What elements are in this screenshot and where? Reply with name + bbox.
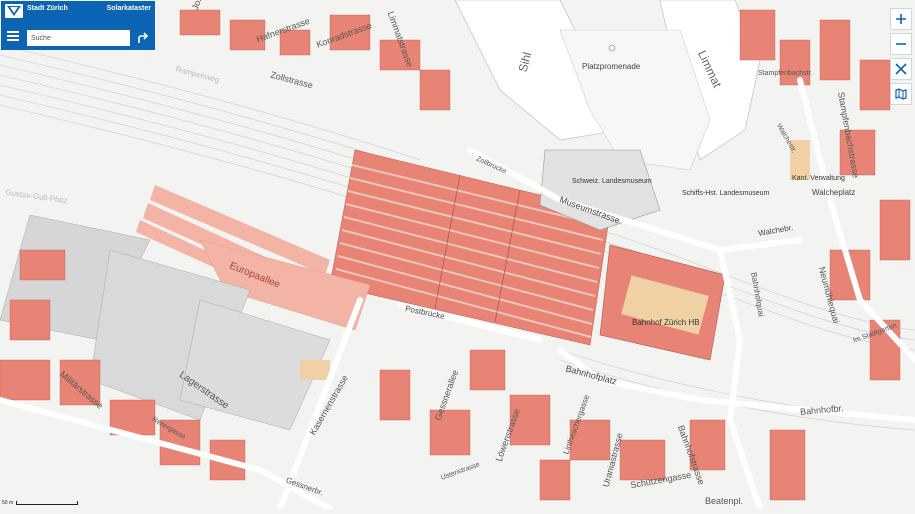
street-label: Stampfenbachstr. [758, 70, 813, 77]
zoom-out-button[interactable] [890, 33, 912, 55]
search-input[interactable] [27, 30, 130, 46]
scale-label: 50 m [2, 500, 14, 506]
city-logo-icon [5, 4, 23, 18]
scale-bar: 50 m [2, 500, 79, 506]
layers-button[interactable] [890, 83, 912, 105]
map-layers-icon [895, 88, 907, 100]
street-label: Schweiz. Landesmuseum [572, 178, 652, 185]
street-label: Kant. Verwaltung [792, 175, 845, 182]
route-arrow-icon[interactable] [136, 31, 150, 45]
street-label: Bahnhof Zürich HB [632, 318, 700, 327]
locate-button[interactable] [890, 58, 912, 80]
app-title: Solarkataster [106, 5, 151, 12]
street-label: Walcheplatz [812, 188, 856, 197]
street-label: Beatenpl. [705, 496, 744, 506]
menu-icon[interactable] [7, 31, 19, 42]
crosshair-icon [895, 63, 907, 75]
minus-icon [896, 43, 906, 45]
street-label: Schiffs-Hst. Landesmuseum [682, 190, 770, 197]
plus-icon [896, 14, 906, 24]
app-header: Stadt Zürich Solarkataster [1, 1, 155, 50]
city-name: Stadt Zürich [27, 5, 68, 12]
street-label: Platzpromenade [582, 62, 641, 71]
zoom-in-button[interactable] [890, 8, 912, 30]
